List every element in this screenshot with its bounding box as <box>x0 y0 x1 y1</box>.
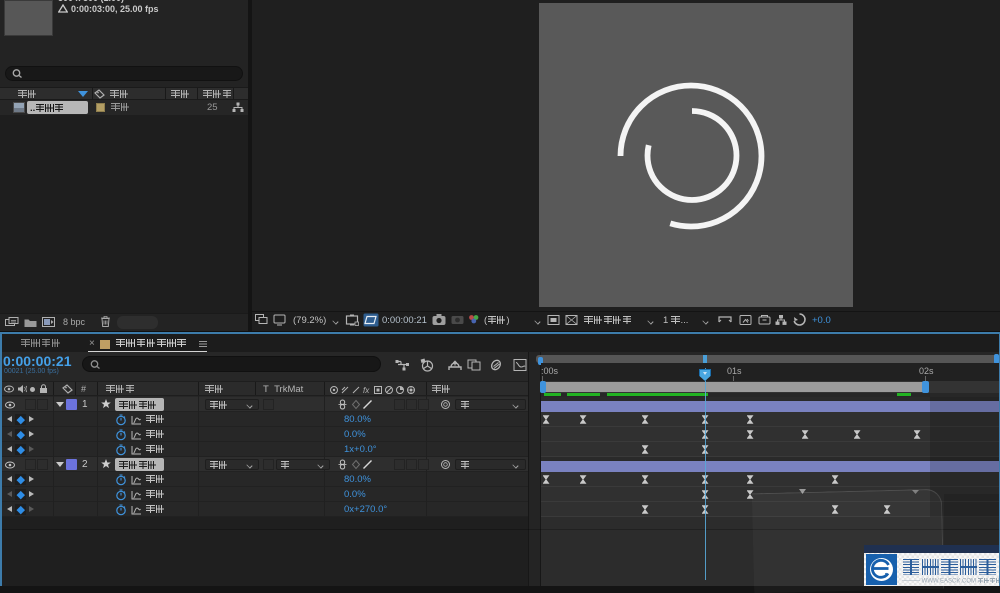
svg-text:fx: fx <box>363 386 370 395</box>
